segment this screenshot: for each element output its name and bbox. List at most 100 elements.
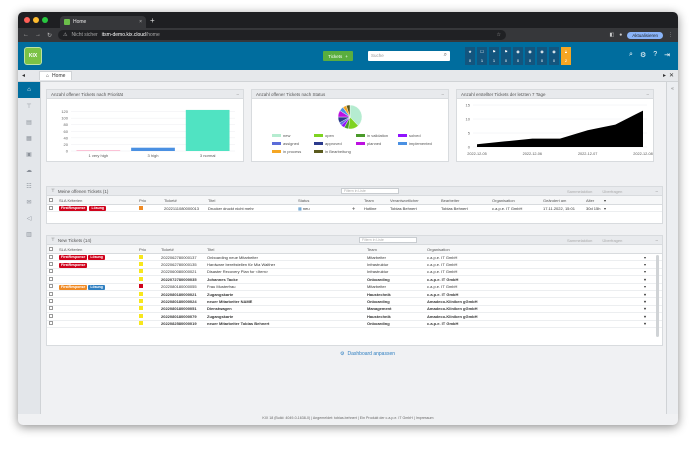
minimize-icon[interactable]: – — [655, 189, 658, 194]
maximize-window-button[interactable] — [42, 17, 48, 23]
row-checkbox[interactable] — [47, 205, 57, 211]
stat-escalated[interactable]: ⚑ 1 — [489, 47, 499, 65]
menu-icon[interactable]: ⋮ — [668, 32, 673, 38]
stat-eye-1[interactable]: ◉ 0 — [513, 47, 523, 65]
row-checkbox[interactable] — [47, 313, 57, 319]
expand-row-icon[interactable]: ▾ — [644, 306, 646, 311]
sort-icon[interactable]: ▾ — [604, 198, 606, 203]
reload-icon[interactable]: ↻ — [47, 32, 52, 39]
table-scrollbar[interactable] — [656, 255, 659, 337]
col-changed[interactable]: Geändert am — [541, 198, 584, 203]
expand-row-icon[interactable]: ▾ — [644, 255, 646, 260]
extension-icon[interactable]: ◧ — [609, 32, 614, 38]
bulk-action-button[interactable]: Sammelaktion — [567, 189, 592, 194]
table-row[interactable]: 2022072780000035 Johannes Tacke Onboardi… — [47, 276, 662, 284]
sidebar-item-contacts[interactable]: ☷ — [18, 178, 40, 194]
expand-row-icon[interactable]: ▾ — [644, 314, 646, 319]
filter-input[interactable]: Filtern in Liste — [359, 237, 417, 243]
expand-row-icon[interactable]: ▾ — [644, 262, 646, 267]
table-row[interactable]: 2022060080000021 Disaster Recovery Plan … — [47, 269, 662, 277]
table-row[interactable]: FirstResponse Lösung 2022111080000013 Dr… — [47, 205, 662, 213]
stat-eye-4[interactable]: ◉ 0 — [549, 47, 559, 65]
col-org[interactable]: Organisation — [490, 198, 541, 203]
col-agent[interactable]: Bearbeiter — [439, 198, 490, 203]
expand-row-icon[interactable]: ▾ — [604, 206, 606, 211]
col-team[interactable]: Team — [365, 247, 425, 252]
sidebar-item-assets[interactable]: ▦ — [18, 130, 40, 146]
chevron-double-left-icon[interactable]: « — [667, 86, 678, 92]
bookmark-star-icon[interactable]: ☆ — [497, 32, 501, 38]
update-button[interactable]: Aktualisieren — [627, 31, 663, 39]
expand-row-icon[interactable]: ▾ — [644, 277, 646, 282]
close-window-button[interactable] — [24, 17, 30, 23]
table-row[interactable]: 2022080180000021 Zugangskarte Haustechni… — [47, 291, 662, 299]
table-row[interactable]: FirstResponse Lösung 2022062780000137 Onb… — [47, 254, 662, 262]
close-icon[interactable]: ✕ — [669, 72, 674, 79]
row-checkbox[interactable] — [47, 306, 57, 311]
col-ticket[interactable]: Ticket# — [162, 198, 206, 203]
col-sla[interactable]: SLA Kriterien — [57, 198, 137, 203]
row-checkbox[interactable] — [47, 262, 57, 267]
logout-icon[interactable]: ⇥ — [664, 51, 670, 59]
expand-row-icon[interactable]: ▾ — [644, 269, 646, 274]
col-prio[interactable]: Prio — [137, 247, 159, 252]
customize-dashboard-link[interactable]: ⚙ Dashboard anpassen — [340, 351, 395, 357]
table-row[interactable]: 2022080180000079 Zugangskarte Haustechni… — [47, 313, 662, 321]
tab-close-icon[interactable]: × — [139, 19, 142, 25]
row-checkbox[interactable] — [47, 276, 57, 282]
table-row[interactable]: 2022080180000024 neuer Mitarbeiter NAME … — [47, 298, 662, 306]
table-row[interactable]: FirstResponse Lösung 2022080180000055 Fra… — [47, 284, 662, 291]
stat-reminder[interactable]: ⚑ 0 — [501, 47, 511, 65]
search-icon[interactable]: ⌕ — [629, 51, 633, 59]
minimize-icon[interactable]: – — [236, 92, 239, 97]
expand-row-icon[interactable]: ▾ — [644, 321, 646, 326]
search-icon[interactable]: ⌕ — [444, 52, 447, 59]
col-age[interactable]: Alter — [584, 198, 604, 203]
address-bar[interactable]: ⚠ Nicht sicher itsm-demo.kix.cloud/home … — [58, 30, 507, 40]
minimize-window-button[interactable] — [33, 17, 39, 23]
select-all-checkbox[interactable] — [47, 197, 57, 203]
stat-eye-2[interactable]: ◉ 0 — [525, 47, 535, 65]
new-tab-icon[interactable]: + — [150, 16, 155, 25]
table-row[interactable]: FirstResponse 2022062780000135 Hardware … — [47, 261, 662, 269]
profile-icon[interactable]: ● — [619, 32, 622, 38]
sidebar-item-announcements[interactable]: ◁ — [18, 210, 40, 226]
sidebar-item-calendar[interactable]: ▥ — [18, 226, 40, 242]
tab-home[interactable]: ⌂ Home — [39, 71, 73, 80]
col-status[interactable]: Status — [296, 198, 350, 203]
forward-icon[interactable]: → — [35, 32, 41, 38]
sidebar-item-messages[interactable]: ✉ — [18, 194, 40, 210]
row-checkbox[interactable] — [47, 254, 57, 260]
expand-row-icon[interactable]: ▾ — [644, 299, 646, 304]
kix-logo[interactable]: KIX — [24, 47, 42, 65]
col-org[interactable]: Organisation — [425, 247, 625, 252]
sidebar-item-home[interactable]: ⌂ — [18, 82, 40, 98]
sidebar-item-faq[interactable]: ▣ — [18, 146, 40, 162]
row-checkbox[interactable] — [47, 299, 57, 304]
expand-row-icon[interactable]: ▾ — [644, 284, 646, 289]
stat-eye-3[interactable]: ◉ 0 — [537, 47, 547, 65]
minimize-icon[interactable]: – — [655, 238, 658, 243]
row-checkbox[interactable] — [47, 291, 57, 297]
stat-watched[interactable]: ☐ 1 — [477, 47, 487, 65]
sidebar-item-filter[interactable]: ⊤ — [18, 98, 40, 114]
table-row[interactable]: 2022080180000051 Dienstwagen Management … — [47, 306, 662, 314]
col-ticket[interactable]: Ticket# — [159, 247, 205, 252]
bulk-action-button[interactable]: Sammelaktion — [567, 238, 592, 243]
query-button[interactable]: Überfragen — [602, 238, 622, 243]
row-checkbox[interactable] — [47, 269, 57, 274]
row-checkbox[interactable] — [47, 321, 57, 326]
minimize-icon[interactable]: – — [441, 92, 444, 97]
col-owner[interactable]: Verantwortlicher — [388, 198, 439, 203]
tickets-button[interactable]: Tickets + — [323, 51, 353, 61]
col-sla[interactable]: SLA Kriterien — [57, 247, 137, 252]
table-row[interactable]: 2022082580000019 neuer Mitarbeiter Tobia… — [47, 321, 662, 328]
col-title[interactable]: Titel — [206, 198, 296, 203]
chevron-left-icon[interactable]: ◂ — [22, 72, 25, 79]
chevron-right-icon[interactable]: ▸ — [663, 72, 666, 79]
col-prio[interactable]: Prio — [137, 198, 149, 203]
back-icon[interactable]: ← — [23, 32, 29, 38]
stat-locked[interactable]: 🔒︎ 2 — [561, 47, 571, 65]
stat-favorites[interactable]: ★ 0 — [465, 47, 475, 65]
filter-input[interactable]: Filtern in Liste — [341, 188, 399, 194]
